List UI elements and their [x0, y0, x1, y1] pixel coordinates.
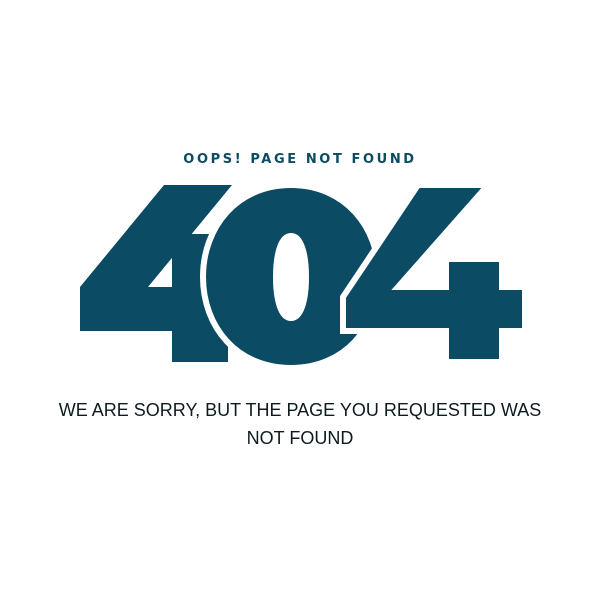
digit-four-right [340, 182, 528, 365]
error-message: WE ARE SORRY, BUT THE PAGE YOU REQUESTED… [58, 400, 542, 448]
error-code-404 [80, 181, 528, 372]
digit-zero [199, 181, 383, 372]
error-page: OOPS! PAGE NOT FOUND WE ARE SORRY, BUT T… [0, 0, 600, 600]
